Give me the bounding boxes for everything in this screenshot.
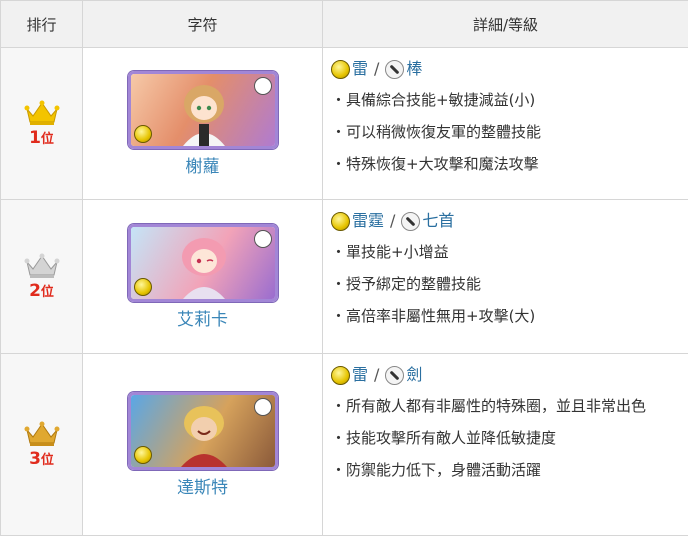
character-figure [169,80,239,146]
detail-cell: 雷霆 / 七首 ・單技能+小增益 ・授予綁定的整體技能 ・高倍率非屬性無用+攻擊… [323,200,688,354]
rank-cell: 2位 [1,200,83,354]
type-line: 雷 / 棒 [331,58,680,80]
character-portrait[interactable] [128,71,278,149]
character-name[interactable]: 艾莉卡 [84,305,321,330]
character-portrait[interactable] [128,224,278,302]
separator: / [390,210,395,232]
bronze-crown-icon [24,421,60,447]
detail-bullet: ・高倍率非屬性無用+攻擊(大) [331,305,680,327]
staff-icon [254,77,272,95]
thunder-orb-icon [134,278,152,296]
character-name[interactable]: 達斯特 [84,473,321,498]
detail-cell: 雷 / 棒 ・具備綜合技能+敏捷減益(小) ・可以稍微恢復友軍的整體技能 ・特殊… [323,48,688,200]
header-character: 字符 [83,1,323,48]
detail-bullet: ・授予綁定的整體技能 [331,273,680,295]
separator: / [374,58,379,80]
type-line: 雷 / 劍 [331,364,680,386]
detail-bullet: ・防禦能力低下，身體活動活躍 [331,459,680,481]
element-name: 雷霆 [352,210,384,232]
thunder-orb-icon [134,125,152,143]
detail-bullet: ・具備綜合技能+敏捷減益(小) [331,89,680,111]
table-row: 2位 艾莉卡 雷霆 [1,200,688,354]
rank-cell: 3位 [1,354,83,536]
character-figure [169,233,239,299]
character-figure [169,401,239,467]
table-row: 1位 榭蘿 [1,48,688,200]
header-row: 排行 字符 詳細/等級 [1,1,688,48]
detail-bullet: ・所有敵人都有非屬性的特殊圈，並且非常出色 [331,395,680,417]
dagger-icon [401,212,420,231]
thunder-orb-icon [331,212,350,231]
silver-crown-icon [24,253,60,279]
sword-icon [385,366,404,385]
table-row: 3位 達斯特 雷 [1,354,688,536]
detail-bullet: ・單技能+小增益 [331,241,680,263]
staff-icon [385,60,404,79]
weapon-name: 劍 [406,364,422,386]
gold-crown-icon [24,100,60,126]
weapon-name: 棒 [406,58,422,80]
character-cell: 艾莉卡 [83,200,323,354]
detail-bullet: ・技能攻擊所有敵人並降低敏捷度 [331,427,680,449]
rank-label: 2位 [2,281,81,301]
header-rank: 排行 [1,1,83,48]
character-name[interactable]: 榭蘿 [84,152,321,177]
separator: / [374,364,379,386]
dagger-icon [254,230,272,248]
thunder-orb-icon [331,60,350,79]
character-portrait[interactable] [128,392,278,470]
rank-label: 3位 [2,449,81,469]
detail-bullet: ・可以稍微恢復友軍的整體技能 [331,121,680,143]
sword-icon [254,398,272,416]
element-name: 雷 [352,58,368,80]
detail-bullet: ・特殊恢復+大攻擊和魔法攻擊 [331,153,680,175]
type-line: 雷霆 / 七首 [331,210,680,232]
header-detail: 詳細/等級 [323,1,688,48]
character-cell: 榭蘿 [83,48,323,200]
detail-cell: 雷 / 劍 ・所有敵人都有非屬性的特殊圈，並且非常出色 ・技能攻擊所有敵人並降低… [323,354,688,536]
rank-label: 1位 [2,128,81,148]
element-name: 雷 [352,364,368,386]
rank-cell: 1位 [1,48,83,200]
character-cell: 達斯特 [83,354,323,536]
ranking-table: 排行 字符 詳細/等級 1位 [0,0,688,536]
weapon-name: 七首 [422,210,454,232]
thunder-orb-icon [331,366,350,385]
thunder-orb-icon [134,446,152,464]
